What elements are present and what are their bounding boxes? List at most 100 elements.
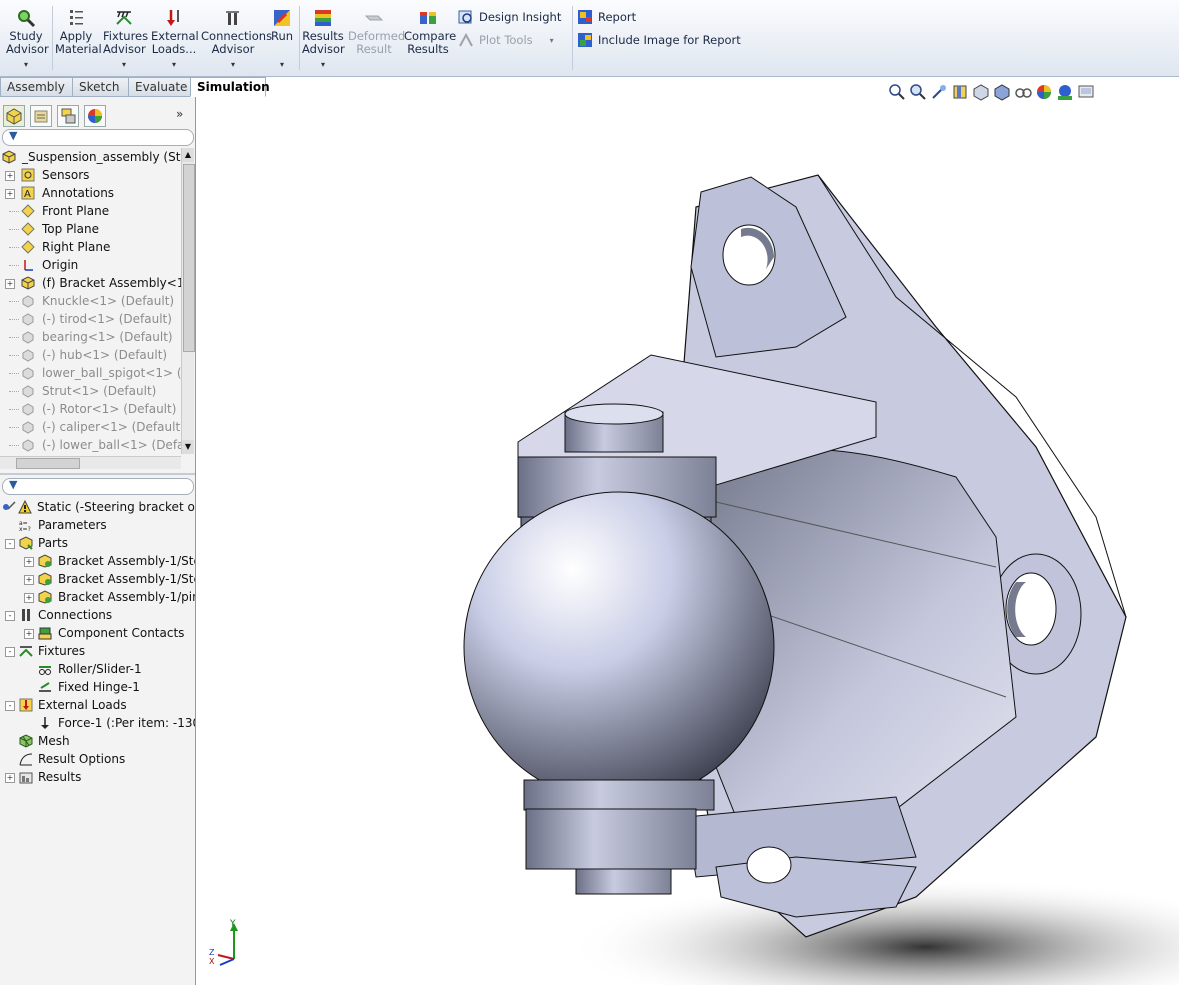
expand-icon[interactable]: + (24, 575, 34, 585)
feature-tree-item[interactable]: (-) hub<1> (Default) (0, 346, 183, 364)
sim-tree-item[interactable]: Roller/Slider-1 (0, 660, 195, 678)
chevron-down-icon[interactable]: ▾ (302, 58, 344, 71)
fixtures-advisor-button[interactable]: Fixtures Advisor ▾ (103, 2, 148, 71)
chevron-down-icon[interactable]: ▾ (269, 58, 295, 71)
sim-tree-item[interactable]: Force-1 (:Per item: -1300 l (0, 714, 195, 732)
deformed-result-button[interactable]: Deformed Result (348, 2, 405, 56)
collapse-icon[interactable]: - (5, 647, 15, 657)
expand-icon[interactable]: + (24, 557, 34, 567)
external-loads-button[interactable]: External Loads... ▾ (151, 2, 199, 71)
feature-tree-item[interactable]: Front Plane (0, 202, 183, 220)
tab-simulation[interactable]: Simulation (190, 77, 270, 97)
sim-tree-item[interactable]: + Bracket Assembly-1/pin-1 (0, 588, 195, 606)
feature-tree-item[interactable]: (-) lower_ball<1> (Default (0, 436, 183, 454)
collapse-icon[interactable]: - (5, 701, 15, 711)
feature-tree-item[interactable]: + Sensors (0, 166, 183, 184)
tab-sketch[interactable]: Sketch (72, 77, 132, 97)
sim-tree-item[interactable]: Fixed Hinge-1 (0, 678, 195, 696)
include-image-button[interactable]: Include Image for Report (577, 32, 741, 48)
tab-evaluate[interactable]: Evaluate (128, 77, 198, 97)
design-insight-button[interactable]: Design Insight (458, 9, 561, 25)
zoom-to-area-icon[interactable] (909, 83, 927, 101)
run-button[interactable]: Run ▾ (269, 2, 295, 71)
sim-tree-item[interactable]: + Component Contacts (0, 624, 195, 642)
parameters-icon: a=x=? (19, 520, 31, 532)
study-advisor-button[interactable]: Study Advisor ▾ (6, 2, 49, 71)
expand-icon[interactable]: + (24, 593, 34, 603)
expand-icon[interactable]: + (5, 773, 15, 783)
report-button[interactable]: Report (577, 9, 636, 25)
scroll-down-icon[interactable]: ▼ (182, 440, 194, 454)
edit-appearance-icon[interactable] (1035, 83, 1053, 101)
feature-tree-item[interactable]: lower_ball_spigot<1> (Def (0, 364, 183, 382)
display-style-icon[interactable] (993, 83, 1011, 101)
pane-splitter[interactable] (0, 473, 195, 475)
configuration-manager-tab[interactable] (57, 105, 79, 127)
previous-view-icon[interactable] (930, 83, 948, 101)
chevron-down-icon[interactable]: ▾ (6, 58, 46, 71)
svg-text:A: A (24, 189, 31, 200)
scroll-thumb[interactable] (183, 164, 195, 352)
expand-icon[interactable]: + (5, 171, 15, 181)
sim-tree-item[interactable]: Result Options (0, 750, 195, 768)
feature-tree-filter[interactable]: ▼ (2, 129, 194, 146)
feature-tree-scrollbar[interactable]: ▲ ▼ (181, 148, 195, 454)
graphics-area[interactable]: Y X Z (196, 97, 1179, 985)
feature-tree-item[interactable]: Knuckle<1> (Default) (0, 292, 183, 310)
feature-tree-item[interactable]: (-) Rotor<1> (Default) (0, 400, 183, 418)
view-settings-icon[interactable] (1077, 83, 1095, 101)
property-manager-tab[interactable] (30, 105, 52, 127)
feature-tree-item[interactable]: + (f) Bracket Assembly<1> ( (0, 274, 183, 292)
hscroll-thumb[interactable] (16, 458, 80, 469)
feature-tree-item[interactable]: Strut<1> (Default) (0, 382, 183, 400)
zoom-to-fit-icon[interactable] (888, 83, 906, 101)
chevron-down-icon[interactable]: ▾ (151, 58, 197, 71)
sim-tree-item[interactable]: - External Loads (0, 696, 195, 714)
sim-tree-item[interactable]: Static (-Steering bracket only- (0, 498, 195, 516)
sim-tree-item[interactable]: a= x=? Parameters (0, 516, 195, 534)
feature-tree-item[interactable]: (-) caliper<1> (Default) (0, 418, 183, 436)
feature-tree-item[interactable]: + A Annotations (0, 184, 183, 202)
sim-tree-item[interactable]: + Bracket Assembly-1/Steer (0, 570, 195, 588)
expand-icon[interactable]: + (24, 629, 34, 639)
feature-tree-item[interactable]: bearing<1> (Default) (0, 328, 183, 346)
feature-tree-item[interactable]: Origin (0, 256, 183, 274)
display-manager-tab[interactable] (84, 105, 106, 127)
feature-tree-hscrollbar[interactable] (0, 456, 181, 469)
sim-tree-item[interactable]: - Connections (0, 606, 195, 624)
sim-tree-item[interactable]: - Fixtures (0, 642, 195, 660)
results-advisor-button[interactable]: Results Advisor ▾ (302, 2, 345, 71)
feature-tree-item[interactable]: (-) tirod<1> (Default) (0, 310, 183, 328)
scroll-up-icon[interactable]: ▲ (182, 148, 194, 162)
collapse-icon[interactable]: - (5, 539, 15, 549)
sim-tree-item[interactable]: Mesh (0, 732, 195, 750)
sim-tree-item[interactable]: + Bracket Assembly-1/Steer (0, 552, 195, 570)
sim-tree-item[interactable]: - Parts (0, 534, 195, 552)
sim-tree-item[interactable]: + Results (0, 768, 195, 786)
sim-tree-item-label: Static (-Steering bracket only- (37, 500, 195, 514)
command-manager-ribbon: Study Advisor ▾ Apply Material Fixtures … (0, 0, 1179, 77)
collapse-icon[interactable]: - (5, 611, 15, 621)
component-contact-icon (38, 627, 52, 640)
apply-scene-icon[interactable] (1056, 83, 1074, 101)
expand-icon[interactable]: + (5, 279, 15, 289)
plot-tools-button[interactable]: Plot Tools ▾ (458, 32, 554, 48)
run-label: Run (270, 29, 294, 43)
hide-show-items-icon[interactable] (1014, 83, 1032, 101)
tab-assembly[interactable]: Assembly (0, 77, 76, 97)
section-view-icon[interactable] (951, 83, 969, 101)
feature-tree-item[interactable]: Top Plane (0, 220, 183, 238)
simulation-tree-filter[interactable]: ▼ (2, 478, 194, 495)
feature-tree-item-label: Knuckle<1> (Default) (42, 294, 175, 308)
chevron-down-icon[interactable]: ▾ (550, 36, 554, 45)
chevron-down-icon[interactable]: ▾ (201, 58, 265, 71)
feature-tree-item[interactable]: Right Plane (0, 238, 183, 256)
connections-advisor-button[interactable]: Connections Advisor ▾ (201, 2, 272, 71)
chevron-down-icon[interactable]: ▾ (103, 58, 145, 71)
expand-icon[interactable]: + (5, 189, 15, 199)
compare-results-button[interactable]: Compare Results (404, 2, 456, 56)
view-orientation-icon[interactable] (972, 83, 990, 101)
expand-panel-icon[interactable]: » (176, 107, 183, 121)
apply-material-button[interactable]: Apply Material (55, 2, 102, 56)
feature-tree-tab[interactable] (3, 105, 25, 127)
